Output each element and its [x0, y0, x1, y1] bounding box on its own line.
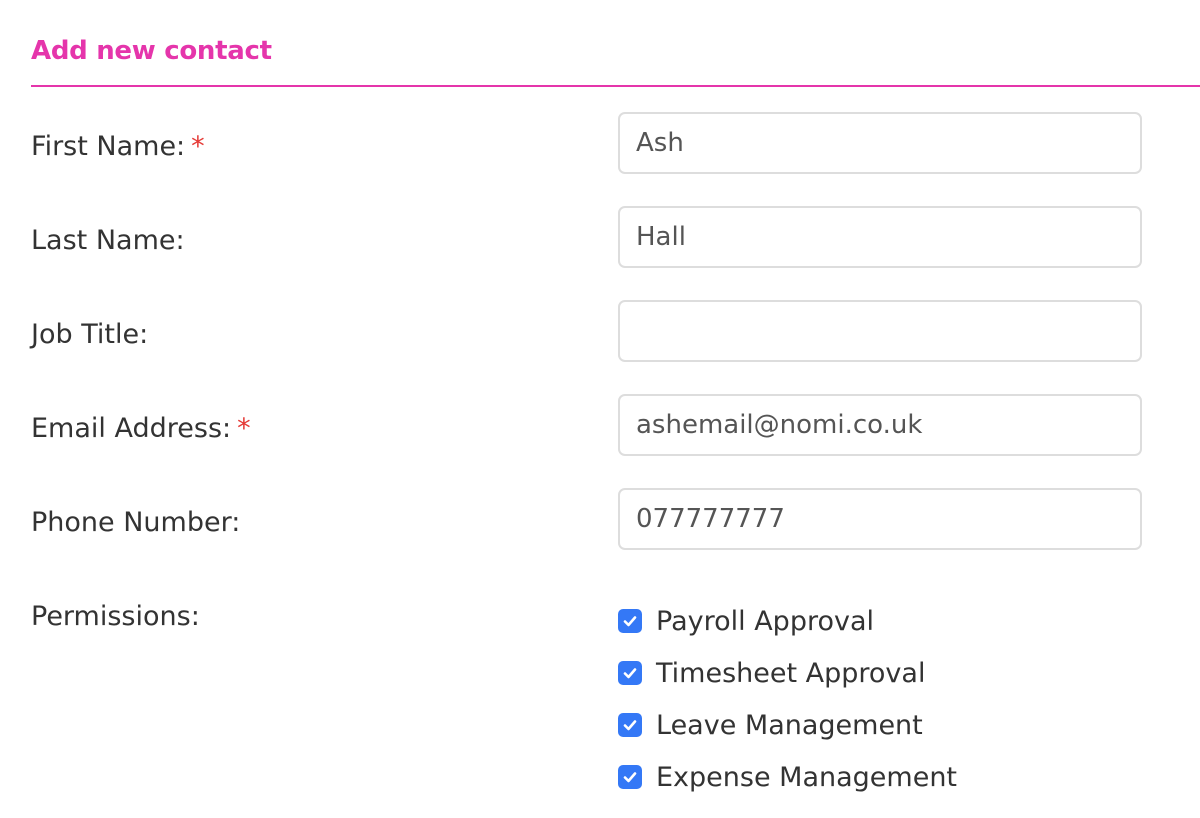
permissions-label: Permissions: [31, 601, 200, 632]
permissions-list: Payroll Approval Timesheet Approval Leav… [618, 595, 957, 803]
leave-management-checkbox[interactable] [618, 713, 642, 737]
expense-management-checkbox[interactable] [618, 765, 642, 789]
first-name-label-text: First Name: [31, 131, 186, 162]
checkmark-icon [623, 668, 637, 679]
checkmark-icon [623, 616, 637, 627]
email-label-text: Email Address: [31, 413, 232, 444]
last-name-input[interactable] [618, 206, 1142, 268]
permission-expense-management[interactable]: Expense Management [618, 751, 957, 803]
first-name-input[interactable] [618, 112, 1142, 174]
timesheet-approval-checkbox[interactable] [618, 661, 642, 685]
expense-management-label: Expense Management [656, 761, 958, 793]
leave-management-label: Leave Management [656, 709, 923, 741]
last-name-label: Last Name: [31, 225, 185, 256]
required-marker: * [191, 131, 205, 162]
email-input[interactable] [618, 394, 1142, 456]
timesheet-approval-label: Timesheet Approval [656, 657, 926, 689]
phone-input[interactable] [618, 488, 1142, 550]
title-divider [31, 85, 1200, 87]
phone-label: Phone Number: [31, 507, 241, 538]
payroll-approval-label: Payroll Approval [656, 605, 875, 637]
checkmark-icon [623, 720, 637, 731]
required-marker: * [237, 413, 251, 444]
checkmark-icon [623, 772, 637, 783]
permission-timesheet-approval[interactable]: Timesheet Approval [618, 647, 957, 699]
form-title: Add new contact [31, 36, 272, 66]
first-name-label: First Name: * [31, 131, 205, 162]
email-label: Email Address: * [31, 413, 251, 444]
permission-leave-management[interactable]: Leave Management [618, 699, 957, 751]
payroll-approval-checkbox[interactable] [618, 609, 642, 633]
job-title-input[interactable] [618, 300, 1142, 362]
permission-payroll-approval[interactable]: Payroll Approval [618, 595, 957, 647]
job-title-label: Job Title: [31, 319, 149, 350]
